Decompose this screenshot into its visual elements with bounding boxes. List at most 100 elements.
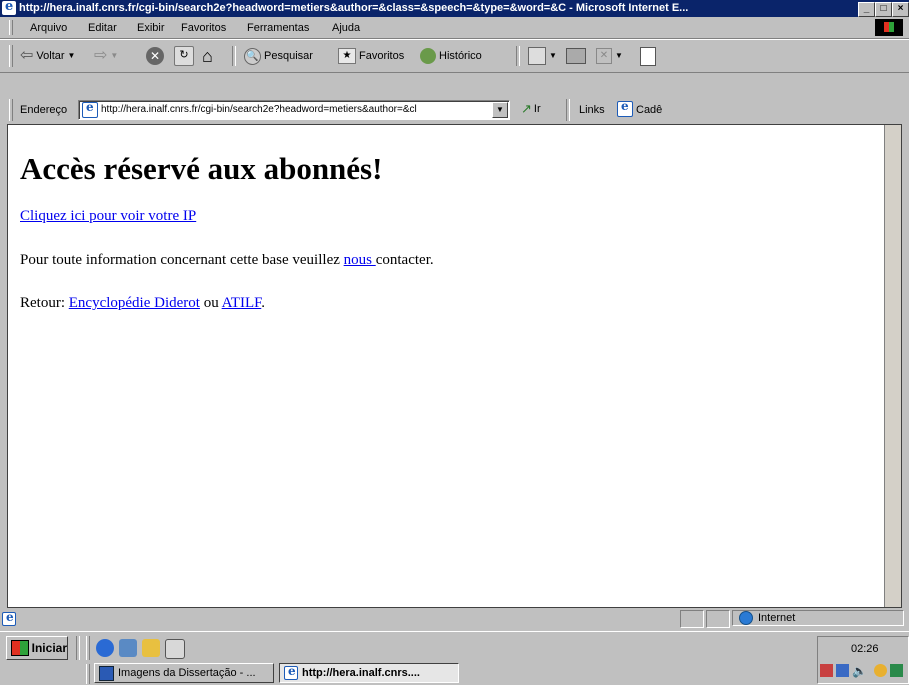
ip-link[interactable]: Cliquez ici pour voir votre IP: [20, 208, 196, 224]
return-or: ou: [203, 295, 219, 311]
atilf-link[interactable]: ATILF: [222, 295, 262, 311]
toolbar-separator: [516, 46, 520, 66]
vertical-scrollbar[interactable]: [884, 125, 901, 607]
tray-app-icon[interactable]: [890, 664, 903, 677]
page-heading: Accès réservé aux abonnés!: [20, 151, 383, 186]
return-paragraph: Retour: Encyclopédie Diderot ou ATILF.: [20, 295, 265, 312]
address-dropdown-button[interactable]: ▼: [492, 102, 508, 118]
links-separator: [566, 99, 570, 121]
print-button[interactable]: [566, 46, 586, 66]
return-label: Retour:: [20, 295, 65, 311]
link-cade[interactable]: Cadê: [636, 104, 662, 116]
standard-toolbar: ⇦ Voltar ▼ ⇨ ▼ ✕ ↻ ⌂ 🔍 Pesquisar ★ Favor…: [0, 39, 909, 73]
history-label: Histórico: [439, 50, 482, 62]
taskbar: Iniciar Imagens da Dissertação - ... htt…: [0, 631, 909, 685]
link-page-icon: [617, 99, 633, 117]
refresh-icon: ↻: [174, 46, 194, 66]
menu-ferramentas[interactable]: Ferramentas: [247, 22, 309, 34]
back-button[interactable]: ⇦ Voltar ▼: [20, 46, 75, 66]
tray-connection-icon[interactable]: [836, 664, 849, 677]
task-word-document[interactable]: Imagens da Dissertação - ...: [94, 663, 274, 683]
zone-label: Internet: [758, 612, 796, 624]
contact-link[interactable]: nous: [344, 252, 376, 268]
search-icon: 🔍: [244, 47, 261, 65]
favorites-star-icon: ★: [338, 48, 356, 64]
address-url[interactable]: http://hera.inalf.cnrs.fr/cgi-bin/search…: [101, 104, 491, 115]
edit-icon: ✕: [596, 48, 612, 64]
forward-button[interactable]: ⇨ ▼: [94, 46, 118, 66]
menu-exibir[interactable]: Exibir: [137, 22, 165, 34]
menu-ajuda[interactable]: Ajuda: [332, 22, 360, 34]
taskbar-separator: [76, 636, 80, 660]
task-label: http://hera.inalf.cnrs....: [302, 667, 420, 679]
menu-favoritos[interactable]: Favoritos: [181, 22, 226, 34]
status-zone: Internet: [732, 610, 904, 626]
maximize-button[interactable]: □: [875, 2, 892, 17]
status-cell: [680, 610, 704, 628]
tasks-grip: [86, 664, 90, 684]
favorites-button[interactable]: ★ Favoritos: [338, 46, 404, 66]
discuss-button[interactable]: [640, 46, 656, 66]
mail-button[interactable]: ▼: [528, 46, 557, 66]
ie-task-icon: [284, 664, 298, 680]
word-doc-icon: [99, 665, 114, 681]
task-internet-explorer[interactable]: http://hera.inalf.cnrs....: [279, 663, 459, 683]
menu-arquivo[interactable]: Arquivo: [30, 22, 67, 34]
status-bar: Internet: [0, 607, 909, 631]
start-label: Iniciar: [31, 641, 67, 655]
start-button[interactable]: Iniciar: [6, 636, 68, 660]
toolbar-grip: [9, 45, 13, 67]
mail-icon: [528, 47, 546, 65]
address-label: Endereço: [20, 104, 68, 116]
search-quicklaunch-icon[interactable]: [165, 639, 185, 659]
clock[interactable]: 02:26: [851, 643, 879, 655]
forward-arrow-icon: ⇨: [94, 47, 108, 64]
tray-app-icon[interactable]: [874, 664, 887, 677]
stop-icon: ✕: [146, 47, 164, 65]
quicklaunch-grip: [86, 636, 90, 660]
return-end: .: [261, 295, 266, 311]
encyclopedie-link[interactable]: Encyclopédie Diderot: [69, 295, 200, 311]
menu-grip: [9, 20, 13, 35]
speaker-icon[interactable]: 🔈: [852, 664, 867, 678]
minimize-button[interactable]: _: [858, 2, 875, 17]
stop-button[interactable]: ✕: [146, 46, 164, 66]
status-cell: [706, 610, 730, 628]
outlook-quicklaunch-icon[interactable]: [119, 639, 137, 657]
refresh-button[interactable]: ↻: [174, 46, 194, 66]
ie-quicklaunch-icon[interactable]: [96, 639, 114, 657]
chevron-down-icon: ▼: [110, 51, 119, 60]
go-arrow-icon: ↗: [521, 101, 532, 116]
edit-button[interactable]: ✕ ▼: [596, 46, 623, 66]
toolbar-separator: [232, 46, 236, 66]
task-label: Imagens da Dissertação - ...: [118, 667, 256, 679]
ip-paragraph: Cliquez ici pour voir votre IP: [20, 208, 196, 225]
go-label: Ir: [533, 103, 541, 115]
desktop-quicklaunch-icon[interactable]: [142, 639, 160, 657]
home-button[interactable]: ⌂: [202, 46, 213, 66]
page-icon: [82, 100, 98, 118]
menu-editar[interactable]: Editar: [88, 22, 117, 34]
go-button[interactable]: ↗ Ir: [521, 100, 541, 118]
window-titlebar: http://hera.inalf.cnrs.fr/cgi-bin/search…: [0, 0, 909, 17]
close-button[interactable]: ×: [892, 2, 909, 17]
chevron-down-icon: ▼: [615, 51, 623, 60]
tray-network-icon[interactable]: [820, 664, 833, 677]
print-icon: [566, 48, 586, 64]
address-grip: [9, 99, 13, 121]
chevron-down-icon: ▼: [67, 51, 76, 60]
system-tray: 02:26 🔈: [817, 636, 909, 684]
info-paragraph: Pour toute information concernant cette …: [20, 252, 434, 269]
status-page-icon: [2, 610, 16, 626]
links-label[interactable]: Links: [579, 104, 605, 116]
back-arrow-icon: ⇦: [20, 47, 34, 64]
history-button[interactable]: Histórico: [420, 46, 482, 66]
page-content: Accès réservé aux abonnés! Cliquez ici p…: [7, 124, 902, 608]
address-input[interactable]: http://hera.inalf.cnrs.fr/cgi-bin/search…: [78, 100, 510, 120]
history-icon: [420, 48, 436, 64]
globe-icon: [739, 611, 753, 625]
discuss-icon: [640, 46, 656, 66]
chevron-down-icon: ▼: [549, 51, 557, 60]
search-button[interactable]: 🔍 Pesquisar: [244, 46, 313, 66]
favorites-label: Favoritos: [359, 50, 405, 62]
